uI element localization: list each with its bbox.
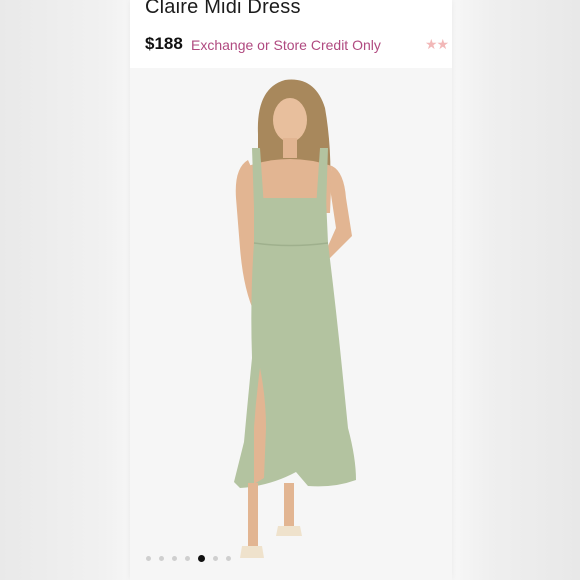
product-header: Claire Midi Dress $188 Exchange or Store… — [130, 0, 452, 68]
left-shoe — [240, 546, 264, 558]
right-shoe — [276, 526, 302, 536]
gallery-dot[interactable] — [198, 555, 205, 562]
face-shape — [273, 98, 307, 142]
rating-stars-icon[interactable]: ★★ — [425, 36, 449, 53]
product-card: Claire Midi Dress $188 Exchange or Store… — [130, 0, 452, 580]
return-policy-text: Exchange or Store Credit Only — [191, 37, 381, 53]
model-photo — [130, 68, 452, 580]
gallery-dot[interactable] — [213, 556, 218, 561]
product-price: $188 — [145, 34, 183, 53]
gallery-dot[interactable] — [185, 556, 190, 561]
product-title: Claire Midi Dress — [145, 0, 301, 18]
left-backdrop — [0, 0, 130, 580]
product-photo[interactable] — [130, 68, 452, 580]
gallery-dot[interactable] — [146, 556, 151, 561]
gallery-dot[interactable] — [159, 556, 164, 561]
gallery-dot[interactable] — [226, 556, 231, 561]
gallery-dot[interactable] — [172, 556, 177, 561]
gallery-pagination — [146, 555, 231, 562]
right-backdrop — [452, 0, 580, 580]
